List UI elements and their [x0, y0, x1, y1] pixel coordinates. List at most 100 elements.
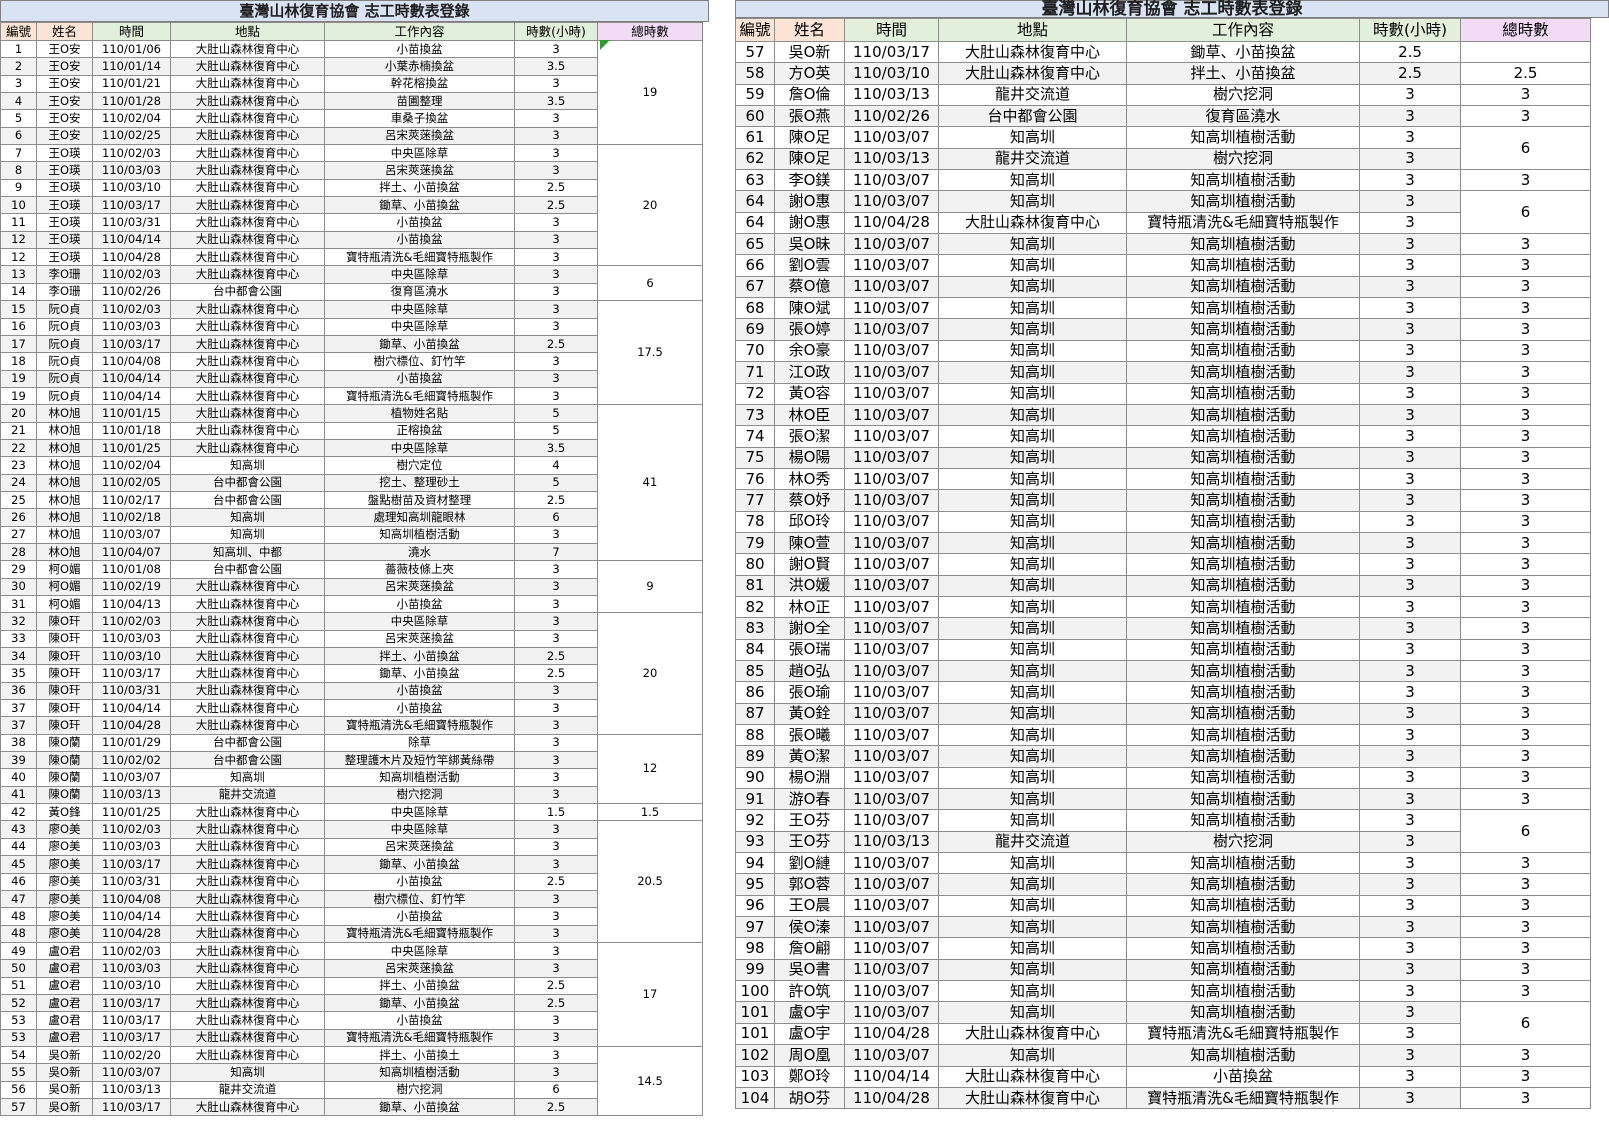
- row-date-cell[interactable]: 110/03/13: [844, 83, 939, 107]
- row-name-cell[interactable]: 許O筑: [774, 980, 845, 1003]
- row-hours-cell[interactable]: 3: [1359, 403, 1461, 427]
- row-hours-cell[interactable]: 3: [1359, 83, 1461, 107]
- row-hours-cell[interactable]: 2.5: [514, 178, 598, 198]
- row-name-cell[interactable]: 王O芬: [774, 809, 845, 832]
- row-name-cell[interactable]: 黃O鋒: [36, 803, 93, 822]
- total-hours-cell[interactable]: 3: [1460, 425, 1591, 448]
- total-hours-cell[interactable]: 3: [1460, 1086, 1591, 1110]
- row-id-cell[interactable]: 83: [735, 617, 775, 640]
- row-task-cell[interactable]: 知高圳植樹活動: [1126, 297, 1360, 320]
- row-task-cell[interactable]: 鋤草、小苗換盆: [324, 993, 515, 1013]
- row-name-cell[interactable]: 吳O新: [36, 1045, 93, 1065]
- row-name-cell[interactable]: 陳O萱: [774, 531, 845, 555]
- total-hours-cell[interactable]: 3: [1460, 233, 1591, 256]
- row-date-cell[interactable]: 110/04/14: [92, 699, 171, 718]
- row-task-cell[interactable]: 中央區除草: [324, 803, 515, 822]
- row-date-cell[interactable]: 110/01/14: [92, 57, 171, 76]
- row-task-cell[interactable]: 知高圳植樹活動: [1126, 894, 1360, 918]
- row-name-cell[interactable]: 林O旭: [36, 438, 93, 458]
- row-date-cell[interactable]: 110/04/14: [92, 230, 171, 250]
- row-hours-cell[interactable]: 2.5: [514, 334, 598, 354]
- row-name-cell[interactable]: 廖O美: [36, 837, 93, 857]
- row-name-cell[interactable]: 詹O倫: [774, 83, 845, 107]
- row-date-cell[interactable]: 110/03/07: [844, 937, 939, 960]
- row-location-cell[interactable]: 知高圳: [938, 809, 1127, 832]
- row-name-cell[interactable]: 王O芬: [774, 830, 845, 854]
- row-date-cell[interactable]: 110/02/04: [92, 109, 171, 128]
- row-hours-cell[interactable]: 3: [1359, 361, 1461, 384]
- row-task-cell[interactable]: 知高圳植樹活動: [1126, 595, 1360, 619]
- row-id-cell[interactable]: 17: [0, 334, 37, 354]
- row-hours-cell[interactable]: 3: [1359, 873, 1461, 896]
- row-id-cell[interactable]: 104: [735, 1086, 775, 1110]
- row-task-cell[interactable]: 知高圳植樹活動: [1126, 617, 1360, 640]
- row-location-cell[interactable]: 大肚山森林復育中心: [170, 924, 325, 943]
- row-name-cell[interactable]: 王O安: [36, 92, 93, 111]
- row-hours-cell[interactable]: 3.5: [514, 92, 598, 111]
- row-name-cell[interactable]: 林O旭: [36, 404, 93, 423]
- row-id-cell[interactable]: 10: [0, 196, 37, 215]
- row-name-cell[interactable]: 王O安: [36, 57, 93, 76]
- row-id-cell[interactable]: 38: [0, 733, 37, 753]
- row-name-cell[interactable]: 陳O足: [774, 126, 845, 149]
- row-date-cell[interactable]: 110/03/07: [844, 1044, 939, 1067]
- row-hours-cell[interactable]: 3.5: [514, 57, 598, 76]
- row-date-cell[interactable]: 110/01/21: [92, 74, 171, 94]
- row-task-cell[interactable]: 拌土、小苗換盆: [324, 178, 515, 198]
- row-id-cell[interactable]: 2: [0, 57, 37, 76]
- row-date-cell[interactable]: 110/03/07: [844, 702, 939, 726]
- row-date-cell[interactable]: 110/03/07: [844, 894, 939, 918]
- row-location-cell[interactable]: 大肚山森林復育中心: [170, 1045, 325, 1065]
- row-location-cell[interactable]: 大肚山森林復育中心: [170, 577, 325, 597]
- row-hours-cell[interactable]: 3: [514, 300, 598, 319]
- total-hours-cell[interactable]: 3: [1460, 723, 1591, 747]
- header-hours[interactable]: 時數(小時): [514, 22, 598, 41]
- row-hours-cell[interactable]: 3: [514, 1063, 598, 1082]
- row-location-cell[interactable]: 大肚山森林復育中心: [938, 211, 1127, 235]
- row-hours-cell[interactable]: 5: [514, 404, 598, 423]
- row-hours-cell[interactable]: 3: [1359, 638, 1461, 661]
- row-hours-cell[interactable]: 3: [514, 265, 598, 284]
- row-hours-cell[interactable]: 3: [1359, 489, 1461, 512]
- total-hours-cell[interactable]: 3: [1460, 980, 1591, 1003]
- row-date-cell[interactable]: 110/02/19: [92, 577, 171, 597]
- total-hours-cell[interactable]: 3: [1460, 510, 1591, 533]
- row-id-cell[interactable]: 61: [735, 126, 775, 149]
- row-task-cell[interactable]: 寶特瓶清洗&毛細寶特瓶製作: [324, 386, 515, 406]
- row-name-cell[interactable]: 謝O惠: [774, 211, 845, 235]
- total-hours-cell[interactable]: 6: [597, 265, 703, 302]
- row-name-cell[interactable]: 陳O玕: [36, 629, 93, 649]
- row-name-cell[interactable]: 林O旭: [36, 542, 93, 562]
- row-name-cell[interactable]: 廖O美: [36, 820, 93, 839]
- row-location-cell[interactable]: 知高圳: [938, 788, 1127, 811]
- row-id-cell[interactable]: 103: [735, 1065, 775, 1088]
- row-date-cell[interactable]: 110/03/07: [844, 1001, 939, 1024]
- row-task-cell[interactable]: 植物姓名貼: [324, 404, 515, 423]
- row-date-cell[interactable]: 110/03/31: [92, 681, 171, 701]
- row-date-cell[interactable]: 110/03/07: [844, 510, 939, 533]
- total-hours-cell[interactable]: 1.5: [597, 803, 703, 822]
- row-date-cell[interactable]: 110/01/15: [92, 404, 171, 423]
- row-id-cell[interactable]: 57: [735, 40, 775, 64]
- row-task-cell[interactable]: 知高圳植樹活動: [1126, 852, 1360, 875]
- row-task-cell[interactable]: 知高圳植樹活動: [1126, 809, 1360, 832]
- row-id-cell[interactable]: 81: [735, 574, 775, 597]
- row-hours-cell[interactable]: 3: [514, 959, 598, 978]
- row-date-cell[interactable]: 110/03/07: [844, 233, 939, 256]
- row-location-cell[interactable]: 大肚山森林復育中心: [170, 959, 325, 978]
- row-name-cell[interactable]: 周O凰: [774, 1044, 845, 1067]
- row-date-cell[interactable]: 110/02/02: [92, 751, 171, 770]
- row-task-cell[interactable]: 中央區除草: [324, 941, 515, 961]
- row-date-cell[interactable]: 110/03/10: [844, 62, 939, 85]
- row-task-cell[interactable]: 呂宋莢蒾換盆: [324, 837, 515, 857]
- row-name-cell[interactable]: 張O曦: [774, 723, 845, 747]
- row-id-cell[interactable]: 6: [0, 126, 37, 146]
- row-location-cell[interactable]: 知高圳: [938, 190, 1127, 213]
- total-hours-cell[interactable]: 20: [597, 612, 703, 735]
- row-hours-cell[interactable]: 3: [514, 109, 598, 128]
- row-name-cell[interactable]: 陳O玕: [36, 699, 93, 718]
- row-task-cell[interactable]: 知高圳植樹活動: [1126, 425, 1360, 448]
- row-id-cell[interactable]: 100: [735, 980, 775, 1003]
- total-hours-cell[interactable]: 3: [1460, 1044, 1591, 1067]
- row-name-cell[interactable]: 王O晨: [774, 894, 845, 918]
